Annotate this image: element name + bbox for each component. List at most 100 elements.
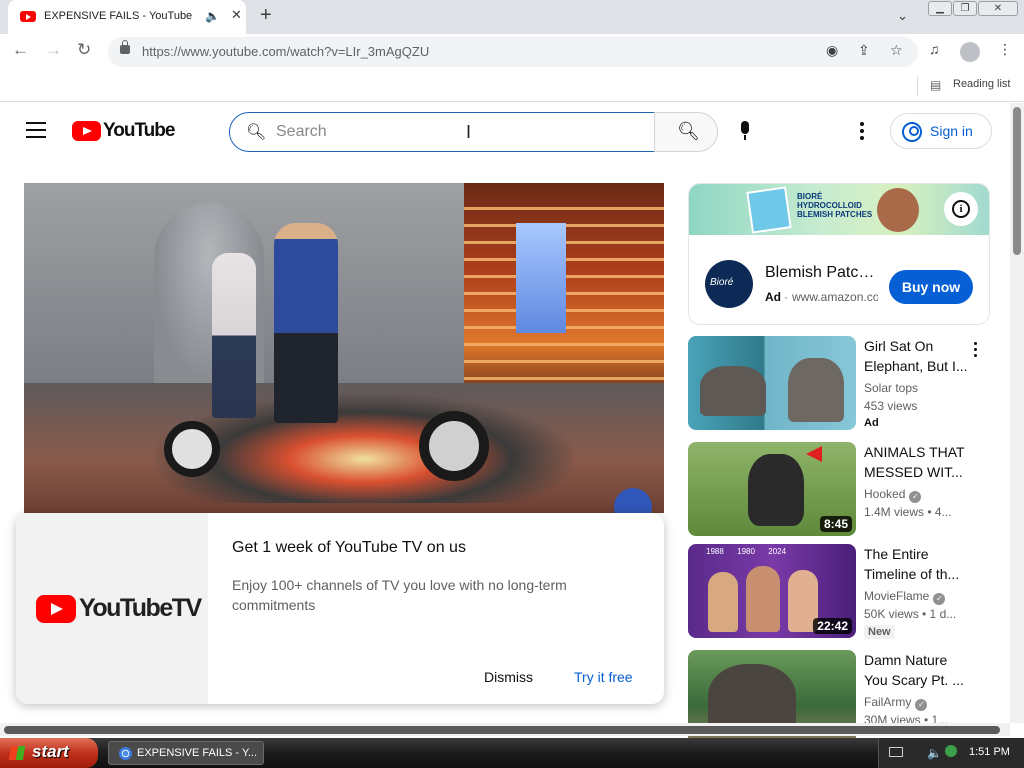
- channel-name[interactable]: MovieFlame ✓: [864, 589, 946, 605]
- tab-strip: EXPENSIVE FAILS - YouTube 🔈 ✕ + ⌄ ▁ ❐ ✕: [0, 0, 1024, 34]
- keyboard-icon[interactable]: [889, 747, 903, 757]
- ad-avatar[interactable]: Bioré: [705, 260, 753, 308]
- tab-title: EXPENSIVE FAILS - YouTube: [44, 10, 193, 22]
- user-icon: [902, 122, 922, 142]
- ad-card[interactable]: BIORÉ HYDROCOLLOID BLEMISH PATCHES i Bio…: [688, 183, 990, 325]
- menu-icon[interactable]: [26, 122, 46, 138]
- lock-icon[interactable]: [120, 40, 130, 54]
- video-meta: 50K views • 1 d...: [864, 607, 957, 621]
- dismiss-button[interactable]: Dismiss: [484, 669, 533, 685]
- try-it-free-button[interactable]: Try it free: [574, 669, 633, 685]
- search-icon: 🔍︎: [677, 121, 700, 141]
- youtube-play-icon: [72, 121, 101, 141]
- start-button[interactable]: start: [0, 738, 98, 768]
- video-person: [274, 223, 338, 423]
- taskbar-item-label: EXPENSIVE FAILS - Y...: [137, 747, 258, 759]
- list-item[interactable]: 8:45 ANIMALS THAT MESSED WIT... Hooked ✓ …: [688, 442, 998, 538]
- info-icon: i: [952, 200, 970, 218]
- speaker-icon[interactable]: 🔈: [927, 746, 942, 760]
- taskbar: start EXPENSIVE FAILS - Y... 🔈 1:51 PM: [0, 738, 1024, 768]
- scrollbar-thumb[interactable]: [1013, 107, 1021, 255]
- verified-icon: ✓: [915, 699, 928, 711]
- ad-model-image: [877, 188, 919, 232]
- video-person: [212, 253, 256, 418]
- profile-icon[interactable]: [960, 42, 980, 62]
- buy-now-button[interactable]: Buy now: [889, 270, 973, 304]
- forward-icon[interactable]: →: [45, 40, 62, 60]
- youtube-header: YouTube 🔍︎ I 🔍︎ Sign in: [0, 103, 1010, 159]
- search-input[interactable]: [276, 121, 636, 143]
- address-bar[interactable]: https://www.youtube.com/watch?v=LIr_3mAg…: [108, 37, 918, 67]
- more-icon[interactable]: [860, 122, 864, 140]
- eye-off-icon[interactable]: ◉: [826, 42, 838, 59]
- vertical-scrollbar[interactable]: [1010, 103, 1024, 723]
- video-title[interactable]: ANIMALS THAT MESSED WIT...: [864, 442, 974, 482]
- channel-name[interactable]: Solar tops: [864, 381, 918, 395]
- ad-badge: Ad: [765, 290, 781, 304]
- video-thumbnail[interactable]: 8:45: [688, 442, 856, 536]
- list-item[interactable]: 1988 1980 2024 22:42 The Entire Timeline…: [688, 544, 998, 640]
- taskbar-item-browser[interactable]: EXPENSIVE FAILS - Y...: [108, 741, 264, 765]
- youtube-tv-logo: YouTubeTV: [36, 594, 202, 623]
- windows-flag-icon: [8, 746, 26, 760]
- audio-icon[interactable]: 🔈: [205, 9, 220, 23]
- chevron-down-icon[interactable]: ⌄: [897, 8, 908, 24]
- video-meta: 1.4M views • 4...: [864, 505, 952, 519]
- minimize-button[interactable]: ▁: [928, 1, 952, 16]
- channel-name[interactable]: Hooked ✓: [864, 487, 922, 503]
- timeline-labels: 1988 1980 2024: [706, 547, 787, 556]
- more-icon[interactable]: [974, 342, 978, 358]
- youtube-tv-promo: YouTubeTV Get 1 week of YouTube TV on us…: [16, 513, 664, 704]
- youtube-play-icon: [36, 595, 76, 623]
- tab-favicon: [20, 11, 36, 22]
- video-thumbnail[interactable]: 1988 1980 2024 22:42: [688, 544, 856, 638]
- video-thumbnail[interactable]: [688, 336, 856, 430]
- chrome-icon: [119, 747, 132, 760]
- scrollbar-thumb[interactable]: [4, 726, 1000, 734]
- ad-title[interactable]: Blemish Patches: [765, 264, 879, 282]
- ad-url: www.amazon.com: [792, 290, 878, 304]
- promo-description: Enjoy 100+ channels of TV you love with …: [232, 577, 567, 613]
- close-icon[interactable]: ✕: [231, 7, 242, 23]
- browser-tab[interactable]: EXPENSIVE FAILS - YouTube 🔈 ✕: [8, 0, 246, 34]
- search-icon: 🔍︎: [246, 124, 267, 141]
- plus-icon[interactable]: +: [260, 4, 272, 27]
- share-icon[interactable]: ⇪: [858, 42, 870, 59]
- video-duration: 8:45: [819, 516, 852, 532]
- ad-banner[interactable]: BIORÉ HYDROCOLLOID BLEMISH PATCHES i: [689, 184, 989, 235]
- video-title[interactable]: Girl Sat On Elephant, But I...: [864, 336, 974, 376]
- video-title[interactable]: Damn Nature You Scary Pt. ...: [864, 650, 974, 690]
- horizontal-scrollbar[interactable]: [0, 723, 1010, 736]
- back-icon[interactable]: ←: [12, 40, 29, 60]
- logo-text: YouTube: [103, 120, 175, 141]
- video-player[interactable]: [24, 183, 664, 513]
- star-icon[interactable]: ☆: [890, 42, 903, 59]
- reload-icon[interactable]: ↻: [77, 40, 91, 60]
- ad-avatar-text: Bioré: [710, 277, 734, 288]
- youtube-logo[interactable]: YouTube: [72, 120, 175, 144]
- restore-button[interactable]: ❐: [953, 1, 977, 16]
- channel-name[interactable]: FailArmy ✓: [864, 695, 928, 711]
- new-badge: New: [864, 625, 895, 639]
- video-title[interactable]: The Entire Timeline of th...: [864, 544, 974, 584]
- menu-dots-icon[interactable]: ⋮: [998, 41, 1012, 58]
- mic-icon[interactable]: [739, 121, 751, 141]
- text-cursor-icon: I: [466, 122, 472, 142]
- reading-list-button[interactable]: Reading list: [953, 78, 1010, 90]
- separator-dot: ·: [784, 290, 788, 304]
- list-item[interactable]: Girl Sat On Elephant, But I... Solar top…: [688, 336, 998, 432]
- info-button[interactable]: i: [944, 192, 978, 226]
- network-icon[interactable]: [945, 745, 957, 757]
- divider: [917, 76, 918, 96]
- search-button[interactable]: 🔍︎: [654, 112, 718, 152]
- url-text[interactable]: https://www.youtube.com/watch?v=LIr_3mAg…: [142, 44, 429, 59]
- media-icon[interactable]: ♫: [929, 41, 940, 57]
- video-meta: 453 views: [864, 399, 918, 413]
- search-box[interactable]: 🔍︎ I: [229, 112, 655, 152]
- window-close-button[interactable]: ✕: [978, 1, 1018, 16]
- verified-icon: ✓: [909, 491, 922, 503]
- sign-in-button[interactable]: Sign in: [890, 113, 992, 149]
- start-label: start: [32, 742, 69, 761]
- reading-list-icon[interactable]: ▤: [930, 78, 941, 92]
- verified-icon: ✓: [933, 593, 946, 605]
